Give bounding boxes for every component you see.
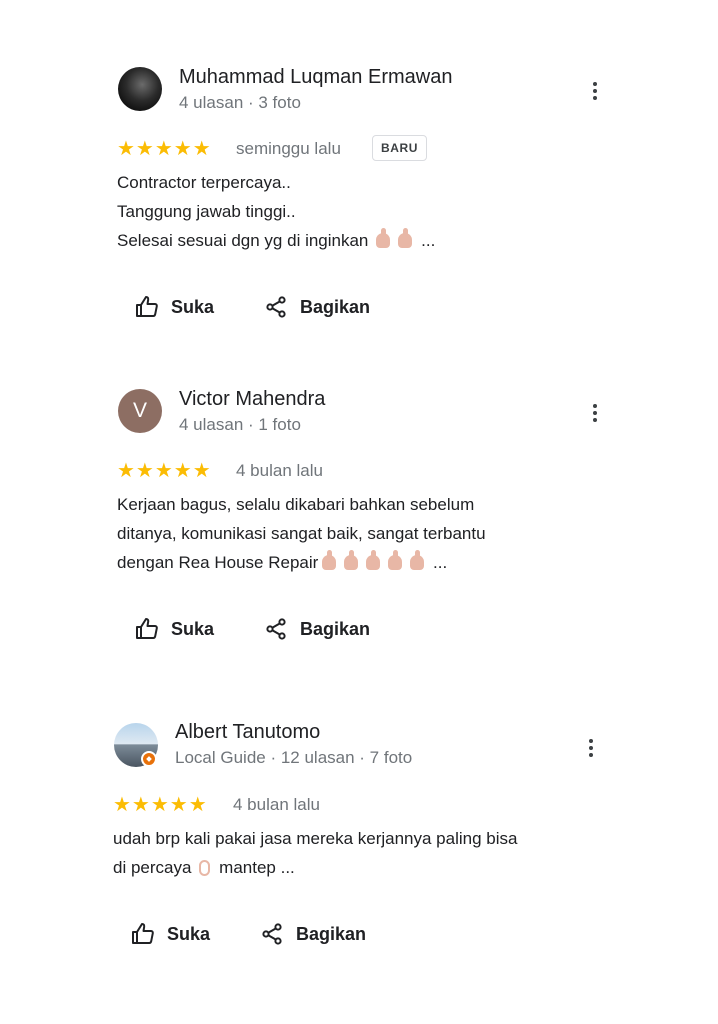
review-text-segment: di percaya [113,858,192,877]
more-vert-icon[interactable] [581,737,601,761]
ok-hand-emoji-icon [199,860,211,876]
review-card: Albert Tanutomo Local Guide · 12 ulasan … [0,0,718,1000]
review-text: udah brp kali pakai jasa mereka kerjanny… [113,824,517,882]
reviewer-name[interactable]: Albert Tanutomo [175,721,320,744]
local-guide-badge-icon [141,751,157,767]
review-time: 4 bulan lalu [233,795,320,814]
thumb-up-icon [132,923,154,944]
review-text-line: udah brp kali pakai jasa mereka kerjanny… [113,829,518,848]
reviewer-meta: Local Guide · 12 ulasan · 7 foto [175,748,413,767]
share-label: Bagikan [296,923,367,944]
review-text-line: di percaya mantep ... [113,853,517,882]
like-label: Suka [167,923,211,944]
share-button[interactable]: Bagikan [260,922,366,946]
share-icon [262,923,282,945]
like-button[interactable]: Suka [131,922,210,946]
review-text-segment[interactable]: mantep ... [219,858,295,877]
star-rating: ★★★★★ [113,792,208,816]
